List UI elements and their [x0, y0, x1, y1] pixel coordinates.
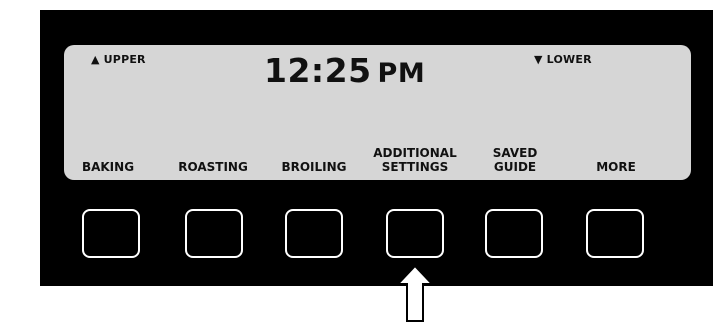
softkey-label-roasting: ROASTING: [178, 160, 248, 174]
softkey-label-additional-settings: ADDITIONAL SETTINGS: [373, 146, 457, 174]
clock-meridiem: PM: [377, 58, 426, 89]
saved-guide-button[interactable]: [485, 209, 543, 258]
upper-oven-indicator: ▲ UPPER: [91, 53, 146, 66]
more-button[interactable]: [586, 209, 644, 258]
softkey-label-more: MORE: [596, 160, 636, 174]
additional-settings-button[interactable]: [386, 209, 444, 258]
triangle-down-icon: ▼: [534, 53, 543, 66]
softkey-label-broiling: BROILING: [281, 160, 347, 174]
lower-label: LOWER: [546, 53, 592, 66]
clock-display: 12:25 PM: [264, 51, 425, 90]
softkey-label-baking: BAKING: [81, 160, 135, 174]
roasting-button[interactable]: [185, 209, 243, 258]
triangle-up-icon: ▲: [91, 53, 100, 66]
baking-button[interactable]: [82, 209, 140, 258]
lcd-display: ▲ UPPER 12:25 PM ▼ LOWER BAKING ROASTING BR…: [64, 45, 691, 180]
up-arrow-icon: [395, 264, 435, 322]
broiling-button[interactable]: [285, 209, 343, 258]
upper-label: UPPER: [103, 53, 146, 66]
clock-time: 12:25: [264, 51, 372, 90]
softkey-label-saved-guide: SAVED GUIDE: [492, 146, 538, 174]
lower-oven-indicator: ▼ LOWER: [534, 53, 592, 66]
